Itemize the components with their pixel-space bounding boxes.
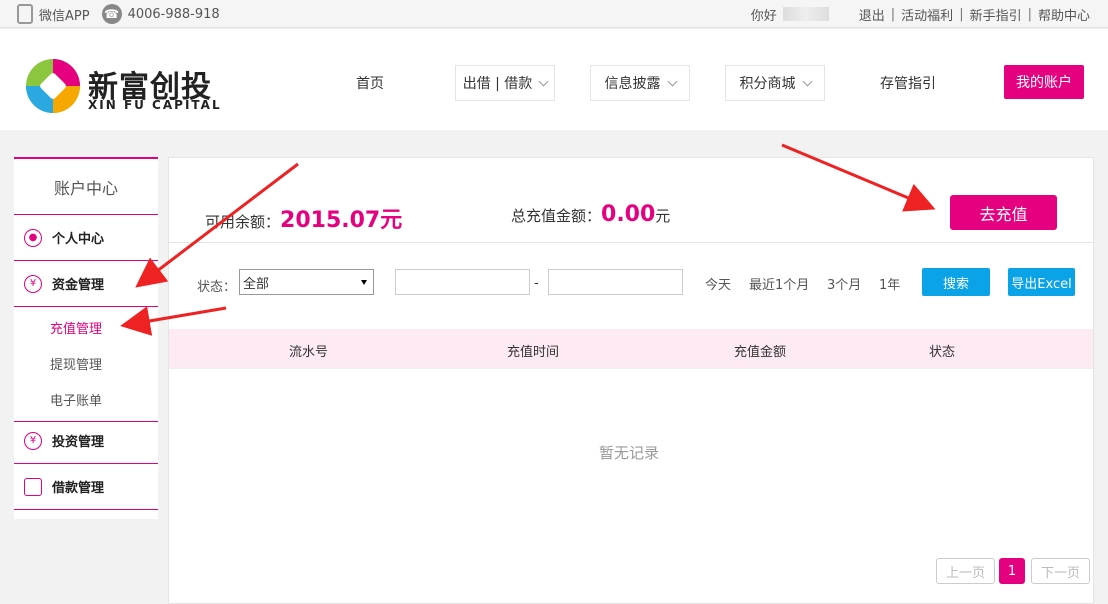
- main-panel: 可用余额：2015.07元 总充值金额：0.00元 去充值 状态： 全部 - 今…: [168, 157, 1094, 604]
- total-recharge-unit: 元: [655, 207, 671, 225]
- status-filter-label: 状态：: [197, 280, 237, 295]
- sidebar-subitem-withdraw[interactable]: 提现管理: [14, 345, 158, 381]
- table-header: 流水号 充值时间 充值金额 状态: [169, 329, 1093, 369]
- available-balance: 可用余额：2015.07元: [205, 202, 402, 234]
- investment-icon: ¥: [24, 431, 42, 450]
- greeting-text: 你好: [750, 8, 777, 24]
- funds-submenu: 充值管理 提现管理 电子账单: [14, 307, 158, 422]
- nav-lend-borrow-label: 出借 | 借款: [462, 76, 533, 92]
- nav-disclosure-label: 信息披露: [604, 76, 661, 92]
- nav-lend-borrow[interactable]: 出借 | 借款: [455, 65, 555, 101]
- site-header: 新富创投 XIN FU CAPITAL 首页 出借 | 借款 信息披露 积分商城…: [0, 29, 1108, 130]
- top-bar-left: 微信APP ☎ 4006-988-918: [17, 0, 220, 28]
- nav-home[interactable]: 首页: [340, 65, 400, 101]
- help-center-link[interactable]: 帮助中心: [1038, 5, 1090, 24]
- wechat-app-link[interactable]: 微信APP: [39, 5, 90, 24]
- column-serial-number: 流水号: [289, 345, 329, 360]
- recharge-button[interactable]: 去充值: [950, 195, 1057, 230]
- column-recharge-amount: 充值金额: [734, 345, 787, 360]
- quick-range-1-month[interactable]: 最近1个月: [749, 274, 809, 293]
- total-recharge-value: 0.00: [601, 202, 656, 227]
- separator: |: [959, 6, 964, 22]
- date-range-separator: -: [534, 276, 539, 291]
- sidebar-item-loan[interactable]: 借款管理: [14, 464, 158, 510]
- export-excel-button[interactable]: 导出Excel: [1008, 268, 1075, 296]
- divider: [169, 242, 1093, 243]
- column-status: 状态: [929, 345, 956, 360]
- beginner-guide-link[interactable]: 新手指引: [970, 5, 1022, 24]
- available-balance-value: 2015.07: [280, 208, 381, 233]
- masked-username: [782, 7, 829, 21]
- next-page-button[interactable]: 下一页: [1031, 558, 1090, 584]
- separator: |: [890, 6, 896, 22]
- dropdown-arrow-icon: [361, 280, 367, 285]
- sidebar-subitem-recharge[interactable]: 充值管理: [14, 309, 158, 345]
- sidebar-item-funds[interactable]: ¥ 资金管理: [14, 261, 158, 307]
- empty-records-text: 暂无记录: [599, 444, 660, 462]
- nav-custody-guide[interactable]: 存管指引: [868, 65, 948, 101]
- chevron-down-icon: [802, 76, 812, 86]
- telephone-icon: ☎: [101, 4, 122, 24]
- sidebar-item-label: 借款管理: [52, 481, 105, 496]
- top-bar-right: 你好 退出 | 活动福利 | 新手指引 | 帮助中心: [751, 0, 1090, 28]
- prev-page-button[interactable]: 上一页: [936, 558, 995, 584]
- top-bar: 微信APP ☎ 4006-988-918 你好 退出 | 活动福利 | 新手指引…: [0, 0, 1108, 28]
- wallet-icon: [24, 477, 42, 496]
- sidebar-subitem-statement[interactable]: 电子账单: [14, 381, 158, 417]
- available-balance-unit: 元: [380, 208, 403, 233]
- nav-points-mall-label: 积分商城: [739, 76, 796, 92]
- status-select[interactable]: 全部: [239, 269, 374, 295]
- nav-disclosure[interactable]: 信息披露: [590, 65, 690, 101]
- available-balance-label: 可用余额：: [205, 213, 281, 231]
- brand-name-en: XIN FU CAPITAL: [88, 98, 222, 112]
- hotline-number: 4006-988-918: [127, 6, 220, 22]
- sidebar-item-label: 资金管理: [52, 278, 105, 293]
- current-page-button[interactable]: 1: [999, 558, 1025, 584]
- my-account-button[interactable]: 我的账户: [1004, 65, 1084, 99]
- chevron-down-icon: [538, 76, 549, 86]
- nav-home-label: 首页: [356, 76, 384, 92]
- nav-custody-label: 存管指引: [880, 76, 936, 92]
- start-date-input[interactable]: [395, 269, 530, 295]
- quick-range-3-months[interactable]: 3个月: [827, 274, 861, 293]
- total-recharge: 总充值金额：0.00元: [511, 202, 670, 227]
- quick-range-today[interactable]: 今天: [705, 274, 731, 293]
- money-bag-icon: ¥: [24, 274, 42, 293]
- status-select-value: 全部: [243, 276, 270, 292]
- mobile-phone-icon: [17, 4, 33, 24]
- xinfu-logo-icon[interactable]: [24, 57, 82, 115]
- column-recharge-time: 充值时间: [507, 345, 560, 360]
- search-button[interactable]: 搜索: [922, 268, 990, 296]
- chevron-down-icon: [667, 76, 677, 86]
- user-icon: ●: [24, 228, 42, 247]
- sidebar-item-label: 个人中心: [52, 232, 105, 247]
- quick-range-1-year[interactable]: 1年: [879, 274, 900, 293]
- sidebar-item-label: 投资管理: [52, 435, 105, 450]
- logout-link[interactable]: 退出: [859, 5, 885, 24]
- sidebar-item-investment[interactable]: ¥ 投资管理: [14, 418, 158, 464]
- separator: |: [1027, 6, 1032, 22]
- account-sidebar: 账户中心 ● 个人中心 ¥ 资金管理 充值管理 提现管理 电子账单 ¥ 投资管理…: [14, 157, 158, 519]
- nav-points-mall[interactable]: 积分商城: [725, 65, 825, 101]
- end-date-input[interactable]: [548, 269, 683, 295]
- sidebar-item-personal[interactable]: ● 个人中心: [14, 215, 158, 261]
- total-recharge-label: 总充值金额：: [511, 207, 602, 225]
- activity-benefits-link[interactable]: 活动福利: [901, 5, 953, 24]
- sidebar-title: 账户中心: [14, 159, 158, 215]
